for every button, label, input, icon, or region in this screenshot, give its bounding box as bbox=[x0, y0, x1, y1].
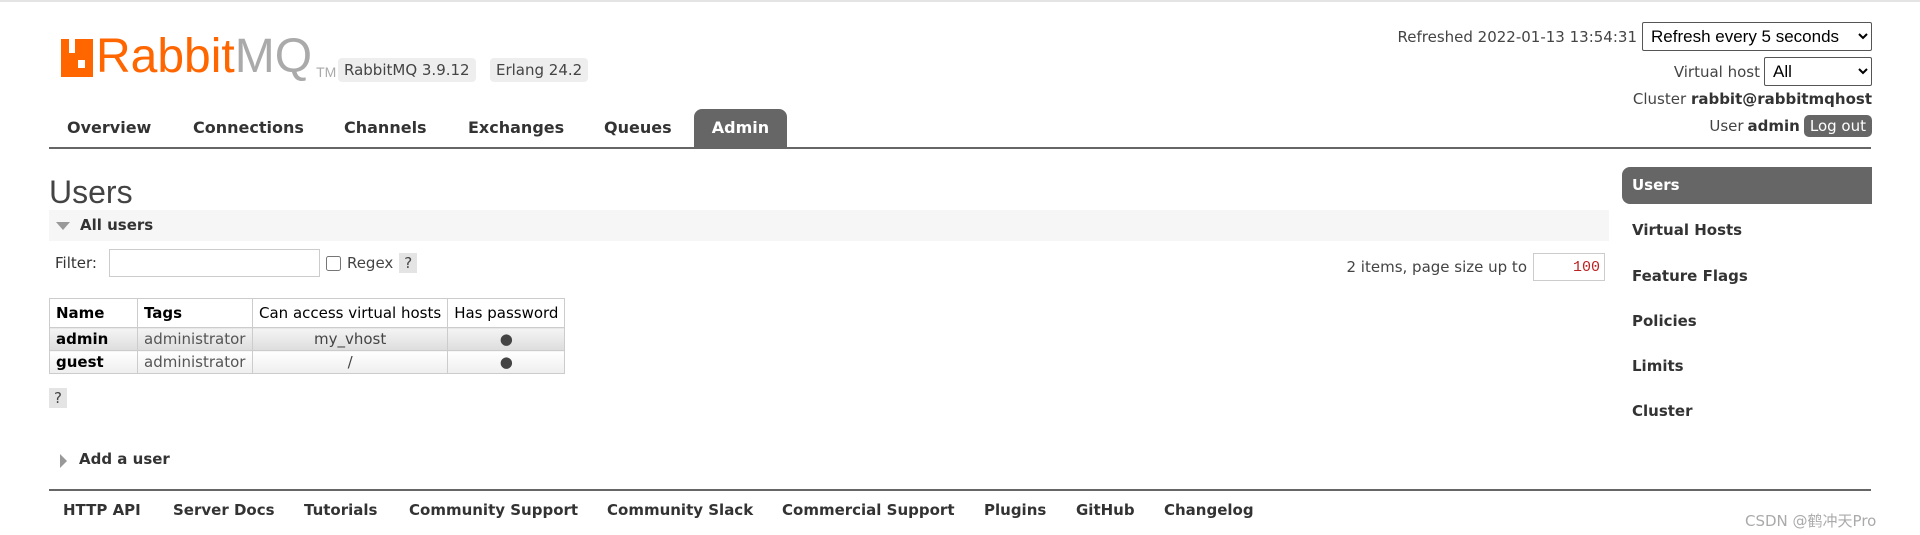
cluster-name: rabbit@rabbitmqhost bbox=[1690, 90, 1872, 108]
rabbitmq-logo: Rabbit MQ TM bbox=[61, 33, 336, 81]
tab-admin[interactable]: Admin bbox=[694, 109, 787, 147]
footer-link-tutorials[interactable]: Tutorials bbox=[304, 501, 377, 519]
footer-link-changelog[interactable]: Changelog bbox=[1164, 501, 1254, 519]
sidebar-item-limits[interactable]: Limits bbox=[1622, 348, 1872, 385]
has-password-dot: ● bbox=[447, 350, 566, 374]
footer-link-plugins[interactable]: Plugins bbox=[984, 501, 1046, 519]
logout-button[interactable]: Log out bbox=[1803, 115, 1872, 137]
footer-divider bbox=[49, 489, 1871, 491]
footer-link-commercial-support[interactable]: Commercial Support bbox=[782, 501, 955, 519]
paging-text: 2 items, page size up to bbox=[1346, 258, 1528, 276]
tab-queues[interactable]: Queues bbox=[588, 109, 688, 147]
erlang-badge: Erlang 24.2 bbox=[490, 58, 589, 82]
watermark: CSDN @鹤冲天Pro bbox=[1745, 512, 1877, 530]
vhost-select[interactable]: All bbox=[1764, 57, 1872, 86]
triangle-right-icon bbox=[60, 454, 67, 468]
table-row[interactable]: admin administrator my_vhost ● bbox=[49, 327, 566, 351]
users-table: Name Tags Can access virtual hosts Has p… bbox=[49, 298, 566, 374]
filter-help-button[interactable]: ? bbox=[399, 253, 418, 273]
rabbit-logo-icon bbox=[61, 39, 93, 77]
page-title: Users bbox=[49, 174, 133, 210]
user-name-link[interactable]: admin bbox=[49, 327, 138, 351]
refresh-interval-select[interactable]: Refresh every 5 seconds bbox=[1642, 22, 1872, 51]
sidebar-item-feature-flags[interactable]: Feature Flags bbox=[1622, 258, 1872, 295]
regex-label: Regex bbox=[346, 254, 394, 272]
tab-overview[interactable]: Overview bbox=[51, 109, 167, 147]
footer-link-community-slack[interactable]: Community Slack bbox=[607, 501, 753, 519]
triangle-down-icon bbox=[56, 222, 70, 230]
tab-channels[interactable]: Channels bbox=[328, 109, 443, 147]
regex-checkbox[interactable] bbox=[325, 255, 341, 271]
cluster-info: Cluster rabbit@rabbitmqhost bbox=[1632, 90, 1872, 108]
footer-link-http-api[interactable]: HTTP API bbox=[63, 501, 141, 519]
tab-connections[interactable]: Connections bbox=[177, 109, 320, 147]
footer-link-server-docs[interactable]: Server Docs bbox=[173, 501, 275, 519]
column-header-name[interactable]: Name bbox=[49, 298, 138, 328]
column-header-password[interactable]: Has password bbox=[447, 298, 566, 328]
filter-label: Filter: bbox=[55, 254, 97, 272]
has-password-dot: ● bbox=[447, 327, 566, 351]
table-help-button[interactable]: ? bbox=[49, 388, 67, 408]
version-badge: RabbitMQ 3.9.12 bbox=[338, 58, 476, 82]
filter-input[interactable] bbox=[108, 249, 320, 277]
footer-link-community-support[interactable]: Community Support bbox=[409, 501, 578, 519]
table-row[interactable]: guest administrator / ● bbox=[49, 350, 566, 374]
user-name: admin bbox=[1747, 117, 1800, 135]
sidebar-item-users[interactable]: Users bbox=[1622, 167, 1872, 204]
tab-exchanges[interactable]: Exchanges bbox=[452, 109, 580, 147]
sidebar-item-policies[interactable]: Policies bbox=[1622, 303, 1872, 340]
nav-divider bbox=[49, 147, 1871, 149]
column-header-tags[interactable]: Tags bbox=[137, 298, 253, 328]
footer-link-github[interactable]: GitHub bbox=[1076, 501, 1135, 519]
sidebar-item-cluster[interactable]: Cluster bbox=[1622, 393, 1872, 430]
user-name-link[interactable]: guest bbox=[49, 350, 138, 374]
column-header-vhosts[interactable]: Can access virtual hosts bbox=[251, 298, 449, 328]
vhost-label: Virtual host bbox=[1673, 62, 1760, 81]
all-users-section-toggle[interactable]: All users bbox=[49, 210, 1609, 241]
table-header-row: Name Tags Can access virtual hosts Has p… bbox=[49, 298, 566, 328]
page-size-input[interactable] bbox=[1533, 253, 1605, 281]
add-user-section-toggle[interactable]: Add a user bbox=[49, 449, 170, 469]
refreshed-label: Refreshed 2022-01-13 13:54:31 bbox=[1397, 27, 1637, 46]
sidebar-item-virtual-hosts[interactable]: Virtual Hosts bbox=[1622, 212, 1872, 249]
